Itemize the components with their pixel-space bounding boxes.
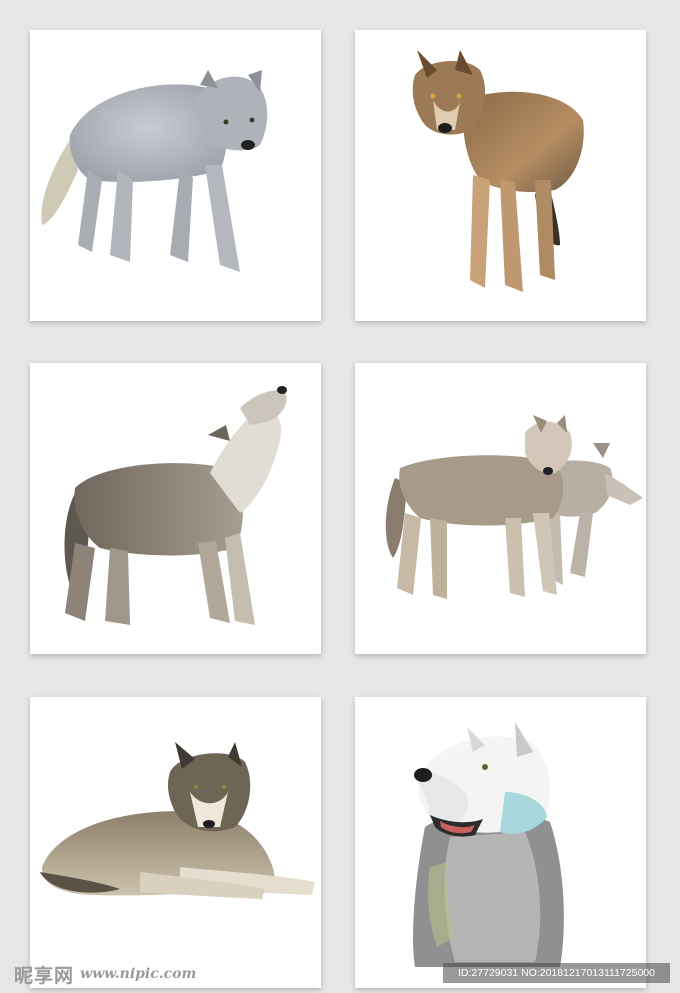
image-id-text: ID:27729031 NO:20181217013111725000 — [458, 967, 655, 979]
brown-wolf-illustration — [412, 50, 584, 292]
wolf-portrait-illustration — [413, 722, 564, 967]
wolf-image-card-2[interactable] — [355, 30, 646, 321]
wolf-image-card-5[interactable] — [30, 697, 321, 988]
two-wolves-illustration — [385, 415, 643, 599]
lying-wolf-illustration — [40, 742, 315, 899]
nipic-logo-text: 昵享网 — [14, 964, 75, 987]
nipic-url-text: www.nipic.com — [80, 966, 197, 982]
gray-wolf-illustration — [41, 70, 268, 272]
wolf-image-card-1[interactable] — [30, 30, 321, 321]
howling-wolf-illustration — [64, 386, 287, 625]
nipic-watermark: 昵享网 www.nipic.com — [14, 963, 197, 987]
wolf-image-card-3[interactable] — [30, 363, 321, 654]
wolf-image-card-4[interactable] — [355, 363, 646, 654]
image-id-badge: ID:27729031 NO:20181217013111725000 — [443, 963, 670, 983]
wolf-image-card-6[interactable] — [355, 697, 646, 988]
